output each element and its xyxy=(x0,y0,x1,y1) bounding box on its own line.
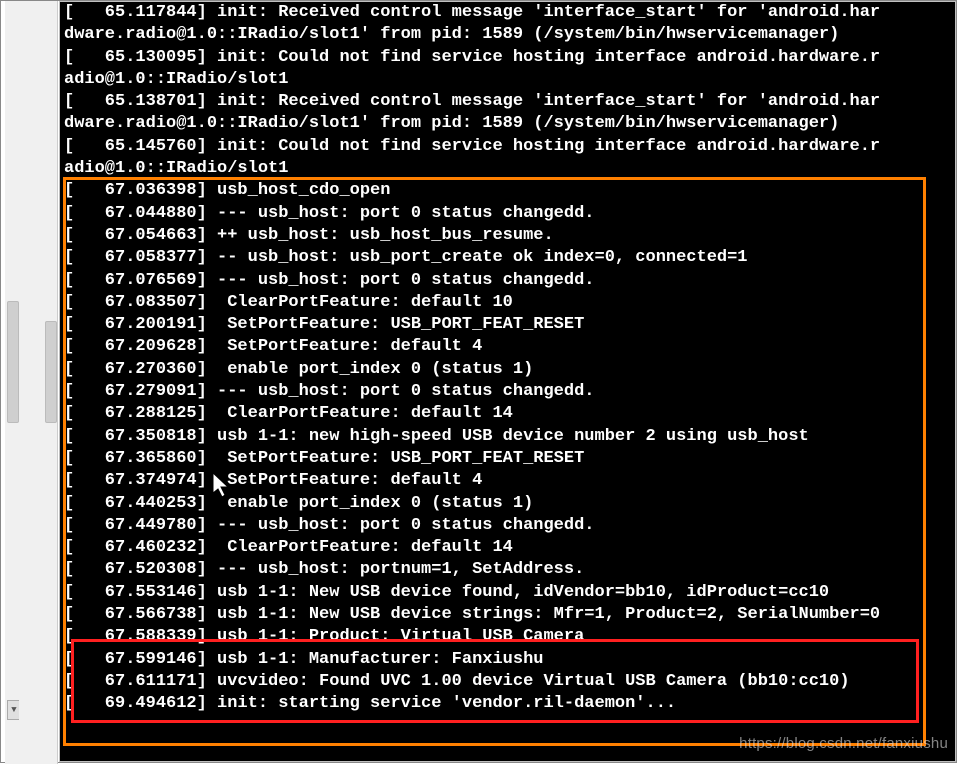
scroll-gutter xyxy=(19,1,44,764)
terminal-line: [ 67.588339] usb 1-1: Product: Virtual U… xyxy=(64,626,955,648)
terminal-line: [ 67.566738] usb 1-1: New USB device str… xyxy=(64,604,955,626)
terminal-line: [ 67.044880] --- usb_host: port 0 status… xyxy=(64,203,955,225)
terminal-line: [ 67.460232] ClearPortFeature: default 1… xyxy=(64,537,955,559)
terminal-line: [ 67.611171] uvcvideo: Found UVC 1.00 de… xyxy=(64,671,955,693)
terminal-line: [ 67.350818] usb 1-1: new high-speed USB… xyxy=(64,426,955,448)
terminal-line: [ 67.209628] SetPortFeature: default 4 xyxy=(64,336,955,358)
terminal-output[interactable]: [ 65.117844] init: Received control mess… xyxy=(59,1,956,762)
terminal-line: dware.radio@1.0::IRadio/slot1' from pid:… xyxy=(64,24,955,46)
terminal-line: [ 67.449780] --- usb_host: port 0 status… xyxy=(64,515,955,537)
terminal-line: [ 67.374974] SetPortFeature: default 4 xyxy=(64,470,955,492)
watermark-text: https://blog.csdn.net/fanxiushu xyxy=(739,735,948,752)
terminal-line: [ 67.270360] enable port_index 0 (status… xyxy=(64,359,955,381)
terminal-line: [ 67.279091] --- usb_host: port 0 status… xyxy=(64,381,955,403)
terminal-line: adio@1.0::IRadio/slot1 xyxy=(64,158,955,180)
scrollbar-outer[interactable]: ▼ xyxy=(5,1,20,764)
terminal-line: [ 67.288125] ClearPortFeature: default 1… xyxy=(64,403,955,425)
app-window: ▼ [ 65.117844] init: Received control me… xyxy=(0,0,957,763)
terminal-line: [ 67.553146] usb 1-1: New USB device fou… xyxy=(64,582,955,604)
terminal-line: [ 65.117844] init: Received control mess… xyxy=(64,2,955,24)
terminal-line: [ 67.076569] --- usb_host: port 0 status… xyxy=(64,270,955,292)
terminal-line: [ 69.494612] init: starting service 'ven… xyxy=(64,693,955,715)
scrollbar-thumb-outer[interactable] xyxy=(7,301,19,423)
terminal-line: dware.radio@1.0::IRadio/slot1' from pid:… xyxy=(64,113,955,135)
terminal-line: [ 67.520308] --- usb_host: portnum=1, Se… xyxy=(64,559,955,581)
terminal-line: [ 67.365860] SetPortFeature: USB_PORT_FE… xyxy=(64,448,955,470)
terminal-line: adio@1.0::IRadio/slot1 xyxy=(64,69,955,91)
terminal-line: [ 67.083507] ClearPortFeature: default 1… xyxy=(64,292,955,314)
terminal-line: [ 67.440253] enable port_index 0 (status… xyxy=(64,493,955,515)
terminal-line: [ 67.036398] usb_host_cdo_open xyxy=(64,180,955,202)
scrollbar-thumb-inner[interactable] xyxy=(45,321,57,423)
terminal-line: [ 67.054663] ++ usb_host: usb_host_bus_r… xyxy=(64,225,955,247)
terminal-line: [ 67.058377] -- usb_host: usb_port_creat… xyxy=(64,247,955,269)
terminal-line: [ 65.130095] init: Could not find servic… xyxy=(64,47,955,69)
terminal-line: [ 67.599146] usb 1-1: Manufacturer: Fanx… xyxy=(64,649,955,671)
terminal-line: [ 65.145760] init: Could not find servic… xyxy=(64,136,955,158)
scrollbar-inner[interactable] xyxy=(43,1,58,764)
terminal-line: [ 65.138701] init: Received control mess… xyxy=(64,91,955,113)
terminal-line: [ 67.200191] SetPortFeature: USB_PORT_FE… xyxy=(64,314,955,336)
